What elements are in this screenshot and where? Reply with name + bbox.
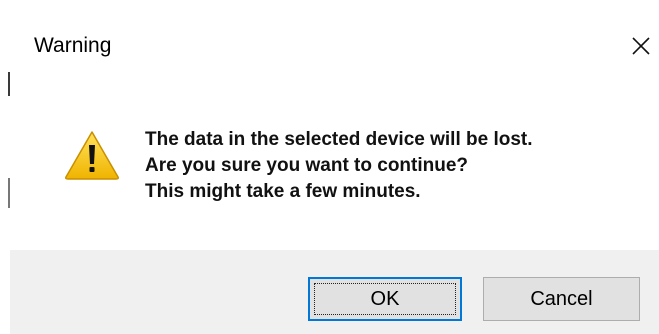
warning-dialog: Warning The data in the selected device …	[0, 0, 659, 334]
ok-button[interactable]: OK	[308, 277, 462, 321]
button-bar: OK Cancel	[10, 250, 659, 334]
dialog-title: Warning	[34, 34, 112, 57]
warning-icon	[65, 131, 119, 180]
close-button[interactable]	[624, 29, 658, 63]
background-window-edge	[0, 0, 10, 334]
message-line: The data in the selected device will be …	[145, 129, 533, 150]
focus-rectangle	[314, 283, 456, 315]
message-line: This might take a few minutes.	[145, 181, 421, 202]
dialog-content: The data in the selected device will be …	[10, 90, 659, 250]
cancel-button[interactable]: Cancel	[483, 277, 640, 321]
message-line: Are you sure you want to continue?	[145, 155, 469, 176]
close-icon	[632, 37, 650, 55]
title-bar: Warning	[10, 0, 659, 90]
warning-message: The data in the selected device will be …	[145, 127, 533, 205]
cancel-button-label: Cancel	[530, 287, 593, 310]
